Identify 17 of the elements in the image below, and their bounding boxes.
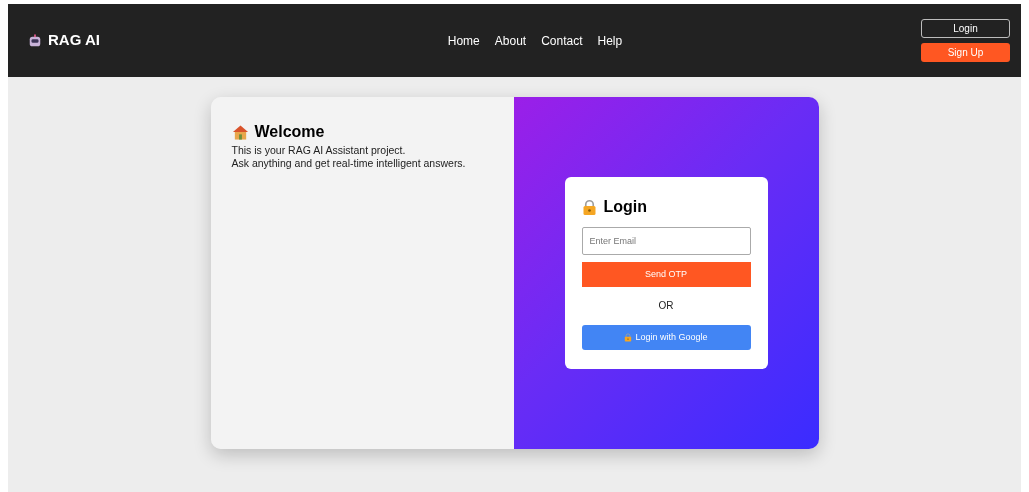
nav-link[interactable]: About [494,31,527,50]
or-divider-text: OR [657,299,675,313]
login-title: Login [603,197,648,217]
email-input[interactable]: Enter Email [581,227,751,255]
house-icon [231,124,249,140]
nav-link[interactable]: Home [447,31,480,50]
padlock-icon [624,333,633,342]
welcome-text: Ask anything and get real-time intelligent answers. [231,157,467,170]
brand-name: RAG AI [48,30,100,51]
nav-link[interactable]: Contact [541,31,583,50]
welcome-title: Welcome [254,122,325,142]
welcome-text: This is your RAG AI Assistant project. [231,144,407,157]
robot-icon [28,33,42,48]
google-login-button[interactable]: Login with Google [581,325,751,350]
padlock-icon [581,198,597,216]
login-button[interactable]: Login [921,19,1010,38]
nav-link[interactable]: Help [597,31,623,50]
